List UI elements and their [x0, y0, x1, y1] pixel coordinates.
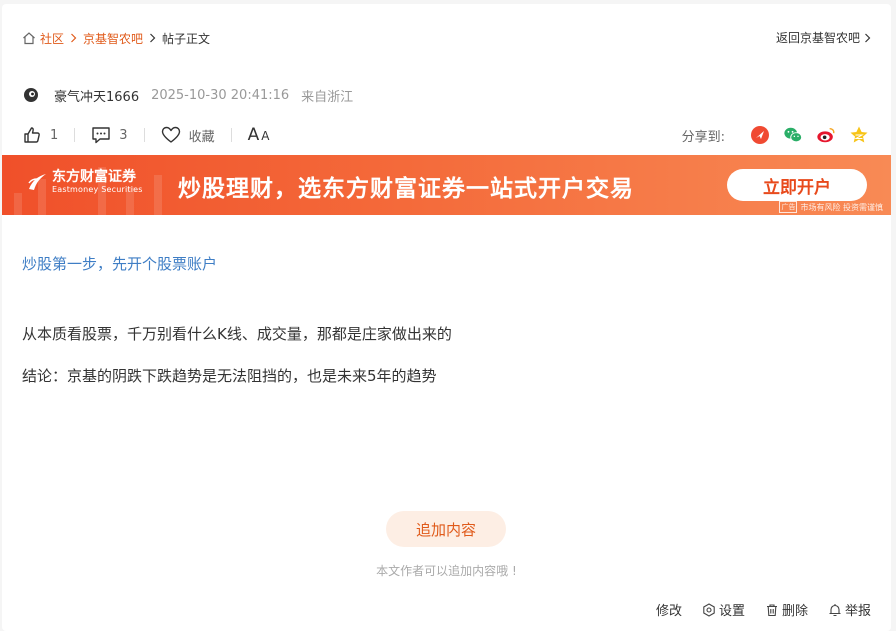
like-count: 1 [50, 127, 59, 143]
ad-disclaimer: 广告 市场有风险 投资需谨慎 [779, 201, 883, 213]
post-time: 2025-10-30 20:41:16 [151, 87, 290, 103]
eastmoney-logo: 东方财富证券 Eastmoney Securities [26, 169, 143, 195]
avatar[interactable] [22, 86, 40, 104]
post-paragraph: 结论：京基的阴跌下跌趋势是无法阻挡的，也是未来5年的趋势 [22, 367, 437, 385]
banner-slogan: 炒股理财，选东方财富证券一站式开户交易 [178, 176, 634, 202]
add-content-button[interactable]: 追加内容 [386, 511, 506, 547]
chevron-right-icon [864, 33, 871, 43]
back-link-label: 返回京基智农吧 [775, 31, 860, 45]
divider [74, 128, 76, 142]
delete-button[interactable]: 删除 [765, 600, 808, 619]
divider [230, 128, 232, 142]
author-name[interactable]: 豪气冲天1666 [54, 86, 139, 105]
post-paragraph: 从本质看股票，千万别看什么K线、成交量，那都是庄家做出来的 [22, 325, 452, 343]
heart-icon [161, 126, 180, 143]
thumbs-up-icon [24, 127, 40, 143]
promo-link[interactable]: 炒股第一步，先开个股票账户 [22, 253, 217, 274]
post-location: 来自浙江 [301, 89, 354, 105]
comment-icon [92, 127, 110, 144]
report-button[interactable]: 举报 [828, 600, 871, 619]
post-footer-actions: 修改 设置 删除 举报 [636, 600, 871, 619]
font-size-button[interactable]: A A [248, 125, 270, 145]
delete-label: 删除 [781, 604, 808, 619]
gear-icon [703, 602, 715, 617]
author-row: 豪气冲天1666 2025-10-30 20:41:16 来自浙江 [22, 85, 353, 105]
back-to-forum-link[interactable]: 返回京基智农吧 [776, 29, 871, 46]
share-label: 分享到: [681, 129, 725, 145]
ad-tag: 广告 [779, 201, 798, 213]
font-size-large-label: A [247, 125, 260, 145]
settings-button[interactable]: 设置 [702, 600, 745, 619]
breadcrumb: 社区 京基智农吧 帖子正文 [22, 29, 210, 47]
breadcrumb-current: 帖子正文 [162, 31, 211, 46]
toutiao-icon[interactable] [750, 125, 770, 145]
action-row: 1 3 收藏 A A [22, 123, 269, 147]
banner-brand-cn: 东方财富证券 [52, 169, 136, 185]
banner-decoration [14, 193, 22, 215]
banner-brand-en: Eastmoney Securities [52, 185, 143, 194]
ad-disclaimer-text: 市场有风险 投资需谨慎 [800, 202, 883, 212]
home-icon[interactable] [22, 31, 36, 45]
ad-banner[interactable]: 东方财富证券 Eastmoney Securities 炒股理财，选东方财富证券… [2, 155, 891, 215]
wechat-icon[interactable] [783, 125, 803, 145]
divider [143, 128, 145, 142]
share-row: 分享到: [682, 123, 869, 147]
open-account-button[interactable]: 立即开户 [727, 169, 867, 201]
breadcrumb-community[interactable]: 社区 [40, 30, 64, 47]
comment-button[interactable]: 3 [91, 126, 128, 144]
post-card: 社区 京基智农吧 帖子正文 返回京基智农吧 豪气冲天1666 2025-10-3… [2, 4, 891, 631]
add-content-hint: 本文作者可以追加内容哦 ! [376, 564, 517, 578]
settings-label: 设置 [718, 604, 745, 619]
qzone-icon[interactable] [849, 125, 869, 145]
edit-button[interactable]: 修改 [656, 600, 682, 619]
trash-icon [766, 603, 777, 616]
favorite-button[interactable]: 收藏 [161, 126, 215, 145]
breadcrumb-forum[interactable]: 京基智农吧 [83, 30, 143, 47]
chevron-right-icon [149, 33, 156, 43]
banner-decoration [154, 175, 162, 215]
bell-icon [829, 603, 841, 616]
eastmoney-logo-icon [28, 174, 46, 190]
chevron-right-icon [70, 33, 77, 43]
comment-count: 3 [119, 127, 128, 143]
edit-label: 修改 [655, 604, 682, 619]
font-size-small-label: A [261, 129, 270, 143]
favorite-label: 收藏 [188, 129, 215, 145]
weibo-icon[interactable] [816, 125, 836, 145]
report-label: 举报 [844, 604, 871, 619]
like-button[interactable]: 1 [22, 125, 58, 145]
